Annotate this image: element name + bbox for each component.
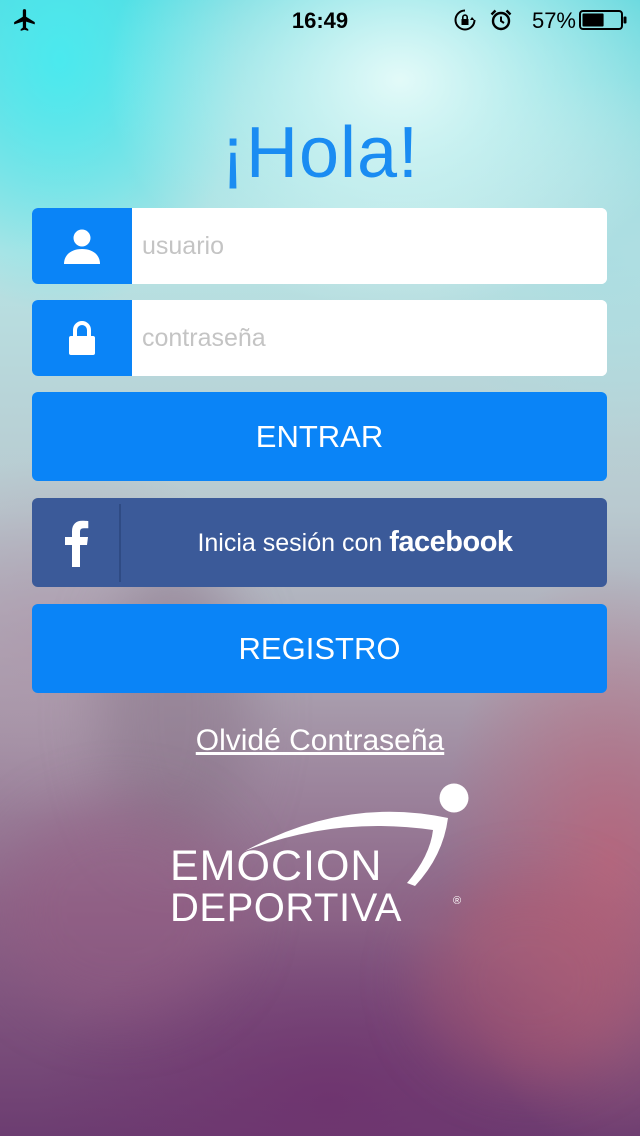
- logo-line2: DEPORTIVA: [170, 886, 402, 930]
- password-field[interactable]: [32, 300, 607, 376]
- rotation-lock-icon: [454, 9, 476, 31]
- emocion-deportiva-logo: EMOCION DEPORTIVA ®: [170, 783, 469, 930]
- page-title: ¡Hola!: [220, 113, 420, 193]
- facebook-label: Inicia sesión con facebook: [121, 526, 607, 559]
- forgot-password-link[interactable]: Olvidé Contraseña: [0, 724, 640, 758]
- alarm-icon: [490, 9, 512, 31]
- username-input[interactable]: [132, 208, 607, 284]
- facebook-brand: facebook: [389, 526, 513, 558]
- lock-icon: [69, 321, 95, 355]
- battery-icon: [579, 10, 627, 30]
- logo-ball-icon: [439, 783, 469, 813]
- username-field[interactable]: [32, 208, 607, 284]
- facebook-prefix: Inicia sesión con: [197, 529, 383, 557]
- user-icon: [64, 229, 100, 264]
- password-input[interactable]: [132, 300, 607, 376]
- facebook-icon-box: [32, 498, 119, 587]
- username-icon-box: [32, 208, 132, 284]
- status-bar: 16:49 57%: [0, 0, 640, 40]
- battery-percent: 57%: [531, 8, 576, 33]
- logo-registered-mark: ®: [453, 895, 461, 907]
- password-icon-box: [32, 300, 132, 376]
- register-button[interactable]: REGISTRO: [32, 604, 607, 693]
- logo-line1: EMOCION: [170, 842, 382, 890]
- facebook-f-icon: [64, 520, 88, 567]
- enter-button[interactable]: ENTRAR: [32, 392, 607, 481]
- facebook-login-button[interactable]: Inicia sesión con facebook: [32, 498, 607, 587]
